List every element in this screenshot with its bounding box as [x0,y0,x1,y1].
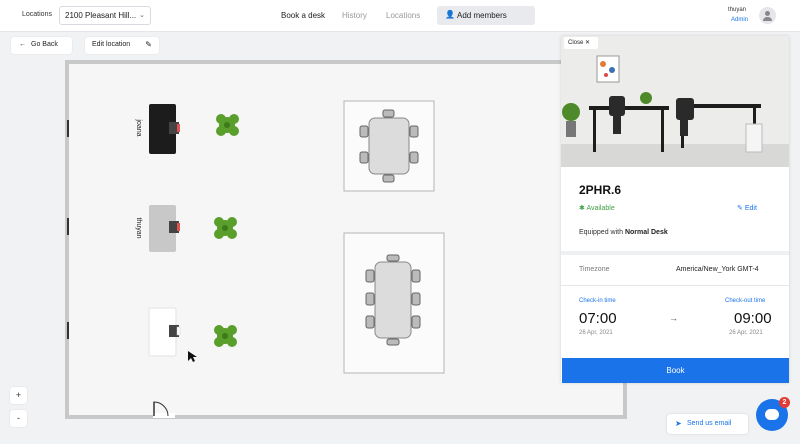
desk-name: 2PHR.6 [579,183,622,197]
go-back-label: Go Back [31,41,58,48]
arrow-right-icon: → [669,313,678,323]
timezone-label: Timezone [579,266,610,273]
chat-bubble-icon [765,409,779,420]
desk-label-thuyan: thuyan [135,217,142,238]
desk-available[interactable] [148,307,181,357]
edit-desk-label: Edit [744,205,757,212]
book-button[interactable]: Book [562,358,789,383]
checkin-time[interactable]: 07:00 [579,310,617,327]
zoom-in-button[interactable]: + [10,387,27,404]
availability-status-label: Available [586,205,615,212]
edit-desk-link[interactable]: ✎ Edit [737,204,757,212]
send-email-label: Send us email [687,420,732,427]
checkin-label: Check-in time [579,298,616,304]
meeting-room-small[interactable] [343,100,435,192]
edit-location-button[interactable]: Edit location ✎ [85,37,159,54]
equipment-info: Equipped with Normal Desk [579,229,668,236]
close-button[interactable]: Close ✕ [564,37,598,49]
arrow-left-icon: ← [19,41,26,48]
availability-status: ✱ Available [579,204,615,212]
divider [561,251,789,255]
go-back-button[interactable]: ← Go Back [11,37,72,54]
equipment-value: Normal Desk [624,229,668,236]
close-icon: ✕ [585,40,591,46]
checkout-date: 26 Apr, 2021 [729,330,763,336]
desk-label-joana: joana [135,118,142,136]
chat-notification-badge: 2 [779,397,790,408]
desk-thuyan[interactable] [149,205,180,252]
paper-plane-icon: ➤ [675,419,682,428]
checkout-time[interactable]: 09:00 [734,310,772,327]
edit-location-label: Edit location [92,41,131,48]
equipment-prefix: Equipped with [579,229,623,236]
desk-photo [561,36,789,167]
timezone-value: America/New_York GMT-4 [676,266,759,273]
zoom-out-button[interactable]: - [10,410,27,427]
pencil-icon: ✎ [145,40,152,49]
pencil-icon: ✎ [737,205,743,212]
checkin-date: 26 Apr, 2021 [579,330,613,336]
meeting-room-large[interactable] [343,232,445,374]
send-email-button[interactable]: ➤ Send us email [667,414,748,434]
close-label: Close [568,40,584,46]
divider [561,285,789,286]
checkout-label: Check-out time [725,298,766,304]
desk-joana[interactable] [149,104,180,154]
